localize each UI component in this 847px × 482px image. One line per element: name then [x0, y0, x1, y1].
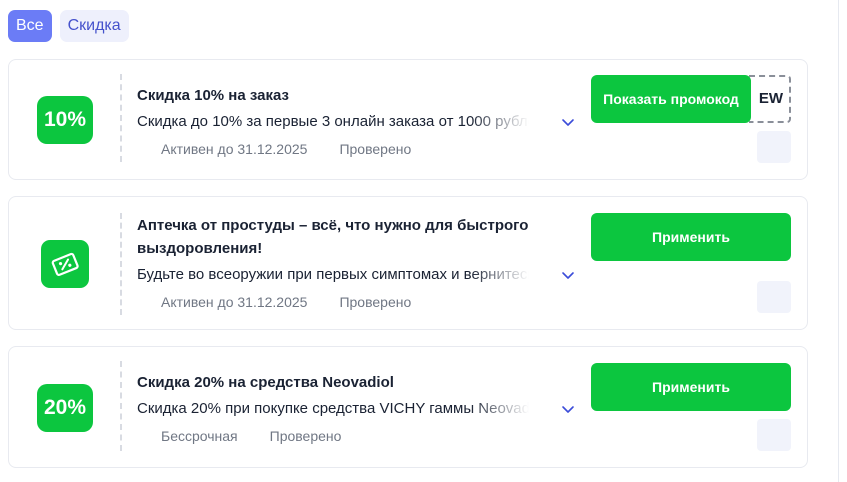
coupon-validity: Активен до 31.12.2025: [161, 294, 308, 310]
promo-code-peek[interactable]: EW: [749, 75, 791, 123]
right-panel-divider: [838, 0, 839, 482]
copy-square-button[interactable]: [757, 419, 791, 451]
coupon-description: Скидка 20% при покупке средства VICHY га…: [137, 400, 529, 417]
coupon-badge-wrap: 10%: [9, 96, 121, 144]
coupon-description: Будьте во всеоружии при первых симптомах…: [137, 266, 529, 283]
chevron-down-icon[interactable]: [561, 268, 575, 282]
coupon-action-area: Применить: [591, 363, 791, 411]
filter-discount[interactable]: Скидка: [59, 10, 129, 42]
dashed-divider: [120, 213, 122, 315]
coupon-card: Аптечка от простуды – всё, что нужно для…: [8, 196, 808, 330]
coupon-meta: Активен до 31.12.2025 Проверено: [137, 139, 577, 159]
coupon-meta: Бессрочная Проверено: [137, 426, 577, 446]
copy-square-button[interactable]: [757, 131, 791, 163]
coupon-meta: Активен до 31.12.2025 Проверено: [137, 292, 577, 312]
discount-badge: 20%: [36, 384, 94, 432]
coupon-title: Аптечка от простуды – всё, что нужно для…: [137, 217, 529, 257]
chevron-down-icon[interactable]: [561, 115, 575, 129]
filter-all[interactable]: Все: [8, 10, 52, 42]
coupon-card: 10% Скидка 10% на заказ Скидка до 10% за…: [8, 59, 808, 180]
apply-button[interactable]: Применить: [591, 213, 791, 261]
dashed-divider: [120, 74, 122, 162]
coupon-content: Аптечка от простуды – всё, что нужно для…: [137, 214, 577, 312]
coupon-description-row: Скидка до 10% за первые 3 онлайн заказа …: [137, 111, 577, 137]
coupon-card: 20% Скидка 20% на средства Neovadiol Ски…: [8, 346, 808, 468]
coupon-verified: Проверено: [339, 141, 412, 157]
coupon-badge-wrap: [9, 240, 121, 288]
coupon-verified: Проверено: [339, 294, 412, 310]
show-promo-button[interactable]: Показать промокод: [591, 75, 751, 123]
dashed-divider: [120, 361, 122, 451]
coupon-validity: Бессрочная: [161, 428, 238, 444]
coupon-action-area: EW Показать промокод: [591, 75, 791, 123]
discount-badge: 10%: [36, 96, 94, 144]
coupon-content: Скидка 10% на заказ Скидка до 10% за пер…: [137, 84, 577, 159]
coupon-description-row: Будьте во всеоружии при первых симптомах…: [137, 264, 577, 290]
filter-bar: Все Скидка: [8, 10, 129, 42]
copy-square-button[interactable]: [757, 281, 791, 313]
discount-badge: [41, 240, 89, 288]
coupon-description-row: Скидка 20% при покупке средства VICHY га…: [137, 398, 577, 424]
discount-tag-icon: [51, 252, 79, 277]
coupon-verified: Проверено: [269, 428, 342, 444]
apply-button[interactable]: Применить: [591, 363, 791, 411]
coupon-validity: Активен до 31.12.2025: [161, 141, 308, 157]
coupon-badge-wrap: 20%: [9, 384, 121, 432]
coupon-action-area: Применить: [591, 213, 791, 261]
coupon-title: Скидка 20% на средства Neovadiol: [137, 374, 394, 391]
coupon-title: Скидка 10% на заказ: [137, 87, 289, 104]
coupon-description: Скидка до 10% за первые 3 онлайн заказа …: [137, 113, 529, 130]
chevron-down-icon[interactable]: [561, 402, 575, 416]
coupon-content: Скидка 20% на средства Neovadiol Скидка …: [137, 371, 577, 446]
